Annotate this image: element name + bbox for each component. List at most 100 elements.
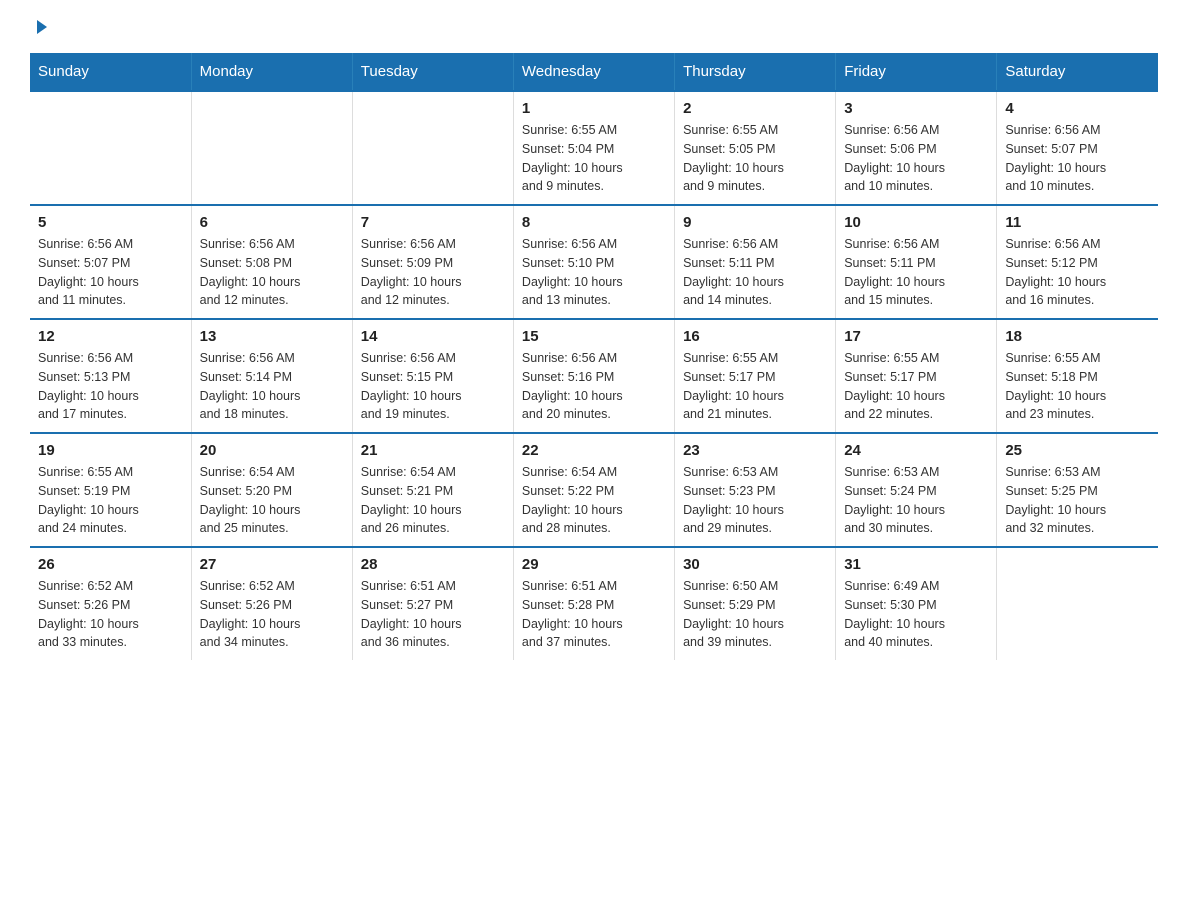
day-info: Sunrise: 6:56 AM Sunset: 5:12 PM Dayligh… (1005, 235, 1150, 310)
calendar-cell: 19Sunrise: 6:55 AM Sunset: 5:19 PM Dayli… (30, 433, 191, 547)
calendar-cell: 22 Sunrise: 6:54 AM Sunset: 5:22 PM Dayli… (513, 433, 674, 547)
calendar-cell: 15 Sunrise: 6:56 AM Sunset: 5:16 PM Dayli… (513, 319, 674, 433)
day-info: Sunrise: 6:50 AM Sunset: 5:29 PM Dayligh… (683, 577, 827, 652)
day-info: Sunrise: 6:56 AM Sunset: 5:09 PM Dayligh… (361, 235, 505, 310)
day-info: Sunrise: 6:51 AM Sunset: 5:28 PM Dayligh… (522, 577, 666, 652)
day-info: Sunrise: 6:51 AM Sunset: 5:27 PM Dayligh… (361, 577, 505, 652)
calendar-week-3: 12Sunrise: 6:56 AM Sunset: 5:13 PM Dayli… (30, 319, 1158, 433)
day-number: 15 (522, 328, 666, 345)
calendar-cell (191, 91, 352, 205)
day-info: Sunrise: 6:56 AM Sunset: 5:14 PM Dayligh… (200, 349, 344, 424)
day-number: 9 (683, 214, 827, 231)
day-number: 2 (683, 100, 827, 117)
calendar-week-5: 26 Sunrise: 6:52 AM Sunset: 5:26 PM Dayli… (30, 547, 1158, 660)
header-sunday: Sunday (30, 53, 191, 91)
day-number: 6 (200, 214, 344, 231)
calendar-cell: 31 Sunrise: 6:49 AM Sunset: 5:30 PM Dayli… (836, 547, 997, 660)
header-saturday: Saturday (997, 53, 1158, 91)
calendar-cell: 17Sunrise: 6:55 AM Sunset: 5:17 PM Dayli… (836, 319, 997, 433)
day-info: Sunrise: 6:56 AM Sunset: 5:06 PM Dayligh… (844, 121, 988, 196)
calendar-cell (30, 91, 191, 205)
calendar-cell: 11 Sunrise: 6:56 AM Sunset: 5:12 PM Dayli… (997, 205, 1158, 319)
day-info: Sunrise: 6:54 AM Sunset: 5:21 PM Dayligh… (361, 463, 505, 538)
calendar-cell: 20 Sunrise: 6:54 AM Sunset: 5:20 PM Dayli… (191, 433, 352, 547)
day-info: Sunrise: 6:52 AM Sunset: 5:26 PM Dayligh… (200, 577, 344, 652)
calendar-week-4: 19Sunrise: 6:55 AM Sunset: 5:19 PM Dayli… (30, 433, 1158, 547)
header-tuesday: Tuesday (352, 53, 513, 91)
calendar-week-2: 5 Sunrise: 6:56 AM Sunset: 5:07 PM Daylig… (30, 205, 1158, 319)
day-info: Sunrise: 6:56 AM Sunset: 5:15 PM Dayligh… (361, 349, 505, 424)
calendar-week-1: 1 Sunrise: 6:55 AM Sunset: 5:04 PM Daylig… (30, 91, 1158, 205)
calendar-header-row: SundayMondayTuesdayWednesdayThursdayFrid… (30, 53, 1158, 91)
day-number: 1 (522, 100, 666, 117)
day-number: 31 (844, 556, 988, 573)
header-wednesday: Wednesday (513, 53, 674, 91)
calendar-cell: 24Sunrise: 6:53 AM Sunset: 5:24 PM Dayli… (836, 433, 997, 547)
day-info: Sunrise: 6:56 AM Sunset: 5:11 PM Dayligh… (844, 235, 988, 310)
day-number: 5 (38, 214, 183, 231)
calendar-cell: 2 Sunrise: 6:55 AM Sunset: 5:05 PM Daylig… (675, 91, 836, 205)
day-info: Sunrise: 6:55 AM Sunset: 5:05 PM Dayligh… (683, 121, 827, 196)
day-number: 16 (683, 328, 827, 345)
day-number: 13 (200, 328, 344, 345)
day-info: Sunrise: 6:54 AM Sunset: 5:22 PM Dayligh… (522, 463, 666, 538)
day-info: Sunrise: 6:55 AM Sunset: 5:18 PM Dayligh… (1005, 349, 1150, 424)
day-number: 11 (1005, 214, 1150, 231)
day-number: 4 (1005, 100, 1150, 117)
calendar-cell: 23Sunrise: 6:53 AM Sunset: 5:23 PM Dayli… (675, 433, 836, 547)
calendar-cell: 3 Sunrise: 6:56 AM Sunset: 5:06 PM Daylig… (836, 91, 997, 205)
calendar-cell: 28 Sunrise: 6:51 AM Sunset: 5:27 PM Dayli… (352, 547, 513, 660)
day-info: Sunrise: 6:56 AM Sunset: 5:08 PM Dayligh… (200, 235, 344, 310)
calendar-cell: 21 Sunrise: 6:54 AM Sunset: 5:21 PM Dayli… (352, 433, 513, 547)
day-number: 22 (522, 442, 666, 459)
calendar-cell: 7 Sunrise: 6:56 AM Sunset: 5:09 PM Daylig… (352, 205, 513, 319)
logo (30, 20, 51, 43)
calendar-cell: 30 Sunrise: 6:50 AM Sunset: 5:29 PM Dayli… (675, 547, 836, 660)
calendar-cell: 5 Sunrise: 6:56 AM Sunset: 5:07 PM Daylig… (30, 205, 191, 319)
day-number: 19 (38, 442, 183, 459)
calendar-cell: 18 Sunrise: 6:55 AM Sunset: 5:18 PM Dayli… (997, 319, 1158, 433)
day-number: 20 (200, 442, 344, 459)
calendar-cell: 26 Sunrise: 6:52 AM Sunset: 5:26 PM Dayli… (30, 547, 191, 660)
day-number: 14 (361, 328, 505, 345)
day-info: Sunrise: 6:56 AM Sunset: 5:16 PM Dayligh… (522, 349, 666, 424)
day-number: 8 (522, 214, 666, 231)
day-number: 21 (361, 442, 505, 459)
day-number: 30 (683, 556, 827, 573)
header-monday: Monday (191, 53, 352, 91)
calendar-cell: 6 Sunrise: 6:56 AM Sunset: 5:08 PM Daylig… (191, 205, 352, 319)
day-info: Sunrise: 6:49 AM Sunset: 5:30 PM Dayligh… (844, 577, 988, 652)
day-info: Sunrise: 6:56 AM Sunset: 5:07 PM Dayligh… (38, 235, 183, 310)
calendar-cell (352, 91, 513, 205)
calendar-cell: 12Sunrise: 6:56 AM Sunset: 5:13 PM Dayli… (30, 319, 191, 433)
calendar-cell: 29Sunrise: 6:51 AM Sunset: 5:28 PM Dayli… (513, 547, 674, 660)
day-number: 18 (1005, 328, 1150, 345)
page-header (30, 20, 1158, 43)
header-thursday: Thursday (675, 53, 836, 91)
calendar-cell: 25Sunrise: 6:53 AM Sunset: 5:25 PM Dayli… (997, 433, 1158, 547)
header-friday: Friday (836, 53, 997, 91)
day-number: 28 (361, 556, 505, 573)
day-info: Sunrise: 6:52 AM Sunset: 5:26 PM Dayligh… (38, 577, 183, 652)
day-number: 23 (683, 442, 827, 459)
day-number: 7 (361, 214, 505, 231)
day-number: 26 (38, 556, 183, 573)
logo-arrow-icon (33, 18, 51, 41)
day-number: 3 (844, 100, 988, 117)
day-info: Sunrise: 6:56 AM Sunset: 5:11 PM Dayligh… (683, 235, 827, 310)
calendar-cell: 13 Sunrise: 6:56 AM Sunset: 5:14 PM Dayli… (191, 319, 352, 433)
day-info: Sunrise: 6:56 AM Sunset: 5:07 PM Dayligh… (1005, 121, 1150, 196)
calendar-cell: 14 Sunrise: 6:56 AM Sunset: 5:15 PM Dayli… (352, 319, 513, 433)
calendar-cell (997, 547, 1158, 660)
calendar-table: SundayMondayTuesdayWednesdayThursdayFrid… (30, 53, 1158, 660)
calendar-cell: 16Sunrise: 6:55 AM Sunset: 5:17 PM Dayli… (675, 319, 836, 433)
calendar-cell: 8 Sunrise: 6:56 AM Sunset: 5:10 PM Daylig… (513, 205, 674, 319)
day-number: 25 (1005, 442, 1150, 459)
day-info: Sunrise: 6:56 AM Sunset: 5:10 PM Dayligh… (522, 235, 666, 310)
day-info: Sunrise: 6:53 AM Sunset: 5:24 PM Dayligh… (844, 463, 988, 538)
calendar-cell: 27Sunrise: 6:52 AM Sunset: 5:26 PM Dayli… (191, 547, 352, 660)
day-number: 17 (844, 328, 988, 345)
day-number: 12 (38, 328, 183, 345)
day-info: Sunrise: 6:54 AM Sunset: 5:20 PM Dayligh… (200, 463, 344, 538)
day-info: Sunrise: 6:55 AM Sunset: 5:04 PM Dayligh… (522, 121, 666, 196)
